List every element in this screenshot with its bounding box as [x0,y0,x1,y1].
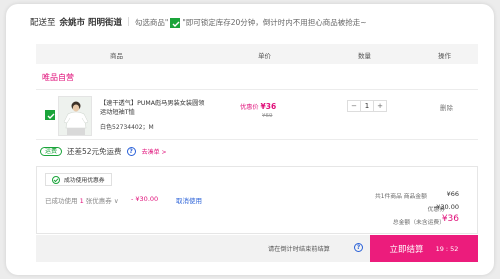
checkout-button[interactable]: 立即结算 19 : 52 [370,235,478,262]
product-row: 【速干透气】PUMA彪马男装女装圆领运动短袖T恤 白色52734402；M 优惠… [36,89,478,140]
col-product: 商品 [110,52,123,60]
product-price: 优惠价 ¥36 [240,102,276,111]
shipping-location[interactable]: 余姚市 阳明街道 [60,16,122,28]
cart-card: 配送至 余姚市 阳明街道 | 勾选商品" "即可锁定库存20分钟，倒计时内不用担心… [6,4,494,275]
coupon-amount: - ¥30.00 [131,195,159,203]
delete-button[interactable]: 删除 [440,102,453,112]
col-quantity: 数量 [358,52,371,60]
items-amount-value: ¥66 [446,190,459,198]
coupon-tab[interactable]: 成功使用优惠券 [45,173,112,186]
original-price: ¥69 [262,113,273,119]
coupon-panel: 成功使用优惠券 已成功使用 1 张优惠券 ∨ - ¥30.00 取消使用 共1件… [36,166,478,234]
decrease-button[interactable]: − [348,101,360,111]
product-thumbnail[interactable] [58,96,92,136]
lock-stock-tip: 勾选商品" "即可锁定库存20分钟，倒计时内不用担心商品被抢走~ [135,17,367,28]
product-name[interactable]: 【速干透气】PUMA彪马男装女装圆领运动短袖T恤 [100,100,210,117]
free-shipping-text: 还差52元免运费 [67,147,122,156]
col-actions: 操作 [438,52,451,60]
help-icon[interactable]: ? [354,243,363,252]
coupon-used-suffix: 张优惠券 ∨ [85,197,119,205]
table-header: 商品 单价 数量 操作 [36,44,478,64]
shipping-bar: 配送至 余姚市 阳明街道 | 勾选商品" "即可锁定库存20分钟，倒计时内不用担心… [30,16,367,28]
product-spec[interactable]: 白色52734402；M [100,122,154,131]
tip-before: 勾选商品" [134,17,169,27]
add-more-link[interactable]: 去凑单 > [142,147,167,156]
shop-name: 唯品自营 [42,73,74,82]
help-icon[interactable]: ? [126,147,136,156]
coupon-tab-label: 成功使用优惠券 [64,178,105,184]
checkout-footer: 请在倒计时结束前结算 ? 立即结算 19 : 52 [36,235,478,262]
discount-value: -¥30.00 [433,203,459,211]
checkout-label: 立即结算 [389,244,424,255]
divider: | [126,17,130,27]
items-amount-label: 共1件商品 商品金额 [375,194,427,200]
price-label: 优惠价 [240,104,259,111]
total-label: 总金额（未含运费） [392,220,445,226]
checkbox-icon [170,17,181,28]
coupon-used-count: 1 [79,197,84,205]
tip-after: "即可锁定库存20分钟，倒计时内不用担心商品被抢走~ [182,17,367,27]
quantity-input[interactable]: 1 [360,101,374,111]
increase-button[interactable]: + [374,101,386,111]
free-shipping-row: 运费 还差52元免运费 ? 去凑单 > [40,146,167,157]
shipping-prefix: 配送至 [30,18,56,28]
coupon-used-prefix: 已成功使用 [45,197,78,205]
shipping-badge: 运费 [40,147,63,156]
col-unit-price: 单价 [258,52,271,60]
cancel-coupon-link[interactable]: 取消使用 [176,195,202,205]
countdown-timer: 19 : 52 [435,244,459,253]
check-circle-icon [52,175,60,184]
total-value: ¥36 [441,214,459,224]
countdown-tip: 请在倒计时结束前结算 [268,246,330,253]
product-checkbox[interactable] [45,110,55,120]
price-value: ¥36 [260,102,277,111]
quantity-stepper: − 1 + [347,100,387,112]
coupon-used-toggle[interactable]: 已成功使用 1 张优惠券 ∨ [45,195,119,205]
